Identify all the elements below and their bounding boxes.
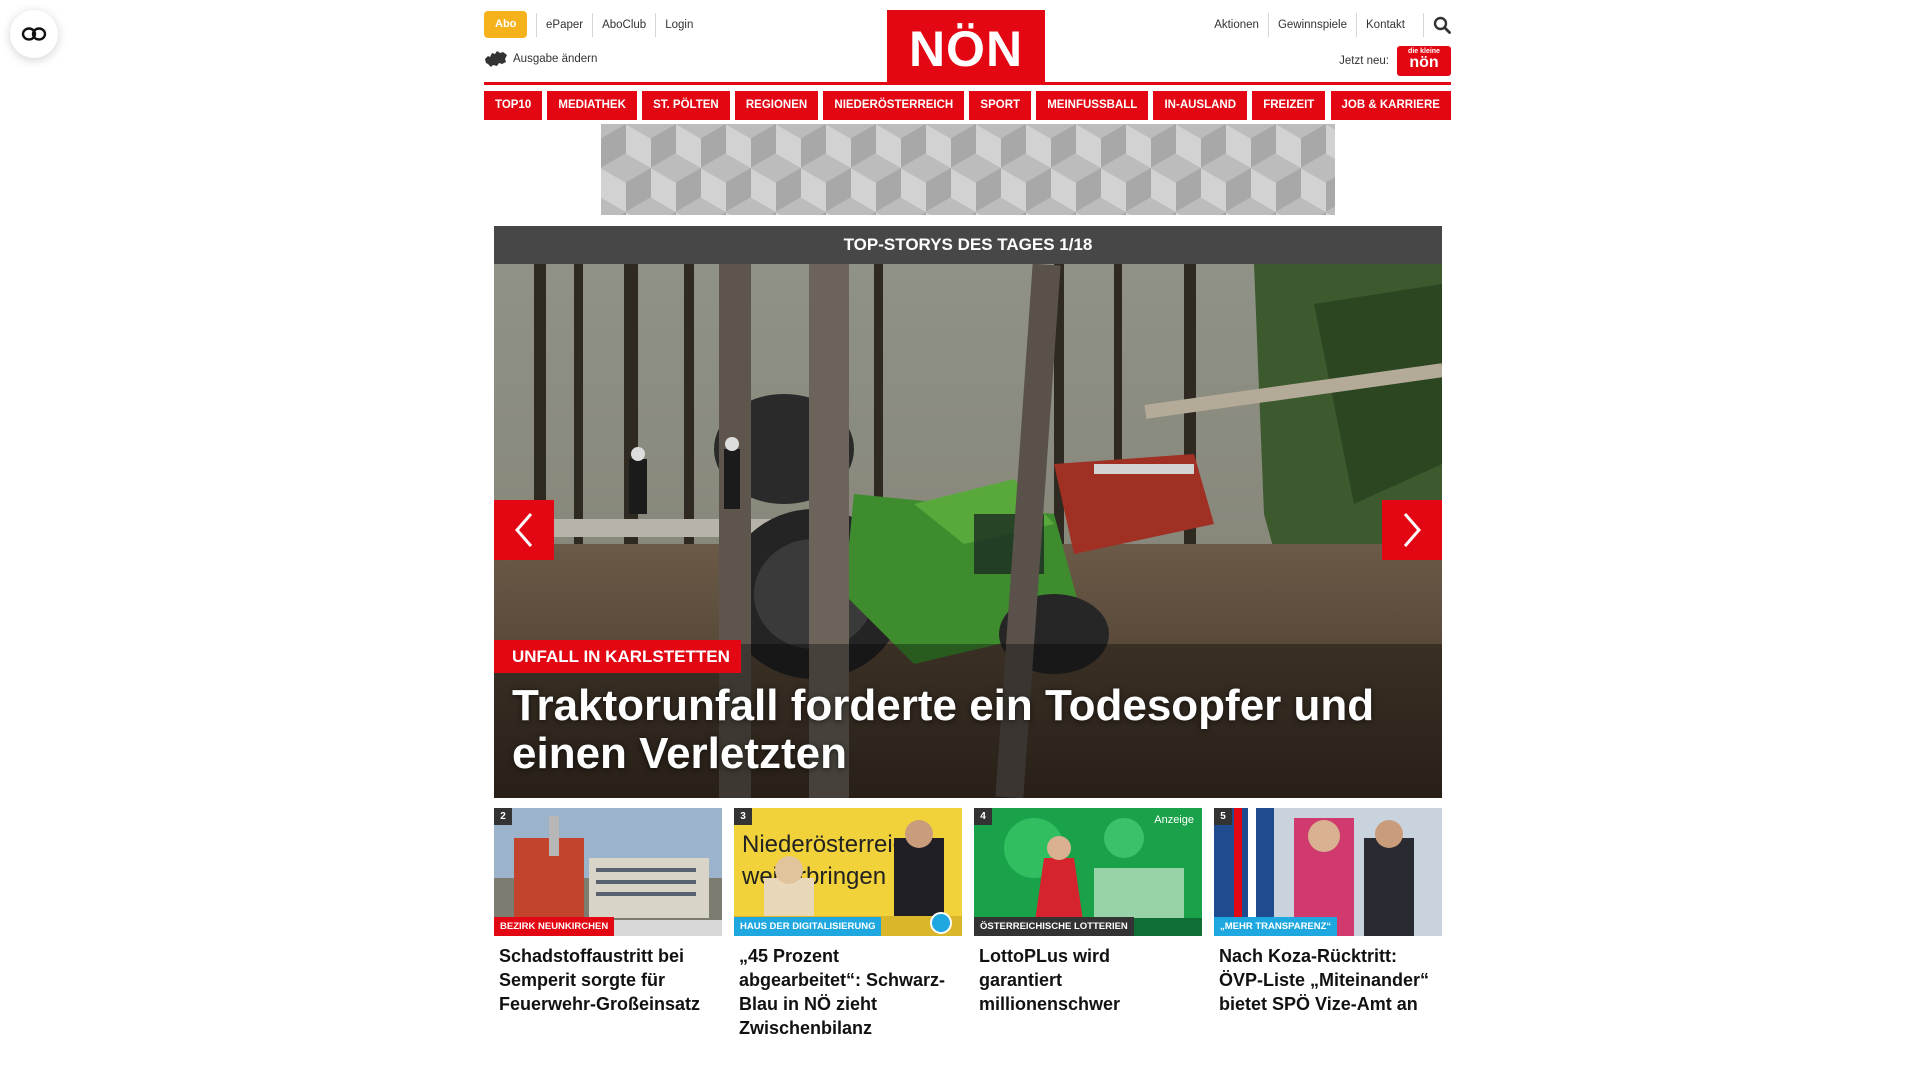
teaser-tag: „MEHR TRANSPARENZ“ [1214, 917, 1338, 936]
search-button[interactable] [1423, 13, 1451, 37]
ad-banner[interactable] [601, 124, 1335, 215]
nav-item-niederoesterreich[interactable]: NIEDERÖSTERREICH [823, 91, 965, 120]
teaser-card[interactable]: Niederösterreich weiterbringen 3 HAUS DE… [734, 808, 962, 1040]
teaser-title[interactable]: Schadstoffaustritt bei Semperit sorgte f… [494, 944, 722, 1016]
nav-item-job-karriere[interactable]: JOB & KARRIERE [1330, 91, 1451, 120]
abo-button[interactable]: Abo [484, 11, 528, 38]
login-link[interactable]: Login [655, 13, 702, 37]
page-container: Abo ePaper AboClub Login Aktionen Gewinn… [484, 0, 1451, 1080]
slider-next-button[interactable] [1382, 500, 1442, 560]
nav-item-sport[interactable]: SPORT [969, 91, 1032, 120]
main-nav: TOP10 MEDIATHEK ST. PÖLTEN REGIONEN NIED… [484, 91, 1451, 120]
top-stories-slider: TOP-STORYS DES TAGES 1/18 UNFALL IN KARL… [494, 226, 1442, 798]
jetzt-neu-label: Jetzt neu: [1339, 55, 1389, 67]
teaser-thumbnail: 4 Anzeige ÖSTERREICHISCHE LOTTERIEN [974, 808, 1202, 936]
top-links-left: ePaper AboClub Login [536, 13, 702, 37]
story-teasers: 2 BEZIRK NEUNKIRCHEN Schadstoffaustritt … [494, 808, 1442, 1040]
top-links-right: Aktionen Gewinnspiele Kontakt [1205, 13, 1414, 37]
play-icon [930, 912, 952, 934]
teaser-card[interactable]: 4 Anzeige ÖSTERREICHISCHE LOTTERIEN Lott… [974, 808, 1202, 1040]
nav-item-in-ausland[interactable]: IN-AUSLAND [1153, 91, 1248, 120]
teaser-tag: BEZIRK NEUNKIRCHEN [494, 917, 615, 936]
nav-item-st-poelten[interactable]: ST. PÖLTEN [642, 91, 730, 120]
nav-item-top10[interactable]: TOP10 [484, 91, 543, 120]
header-divider [484, 82, 1451, 85]
teaser-thumbnail: Niederösterreich weiterbringen 3 HAUS DE… [734, 808, 962, 936]
thumb-text-line1: Niederösterreich [742, 831, 918, 858]
gewinnspiele-link[interactable]: Gewinnspiele [1267, 13, 1356, 37]
aboclub-link[interactable]: AboClub [592, 13, 655, 37]
epaper-link[interactable]: ePaper [536, 13, 592, 37]
teaser-rank: 2 [494, 808, 512, 825]
accessibility-icon [21, 27, 47, 41]
teaser-rank: 4 [974, 808, 992, 825]
slider-title: TOP-STORYS DES TAGES 1/18 [494, 226, 1442, 264]
nav-item-meinfussball[interactable]: MEINFUSSBALL [1036, 91, 1149, 120]
slide-headline[interactable]: Traktorunfall forderte ein Todesopfer un… [512, 682, 1422, 778]
slide-kicker[interactable]: UNFALL IN KARLSTETTEN [494, 640, 741, 673]
search-icon [1433, 16, 1451, 34]
teaser-card[interactable]: 5 „MEHR TRANSPARENZ“ Nach Koza-Rücktritt… [1214, 808, 1442, 1040]
kleine-noen-badge[interactable]: die kleine nön [1397, 46, 1451, 76]
teaser-title[interactable]: Nach Koza-Rücktritt: ÖVP-Liste „Miteinan… [1214, 944, 1442, 1016]
edition-selector[interactable]: Ausgabe ändern [484, 50, 597, 68]
jetzt-neu: Jetzt neu: die kleine nön [1339, 46, 1451, 76]
teaser-title[interactable]: LottoPLus wird garantiert millionenschwe… [974, 944, 1202, 1016]
map-austria-icon [485, 51, 507, 67]
chevron-right-icon [1403, 513, 1421, 547]
aktionen-link[interactable]: Aktionen [1205, 13, 1268, 37]
chevron-left-icon [515, 513, 533, 547]
teaser-tag: ÖSTERREICHISCHE LOTTERIEN [974, 917, 1134, 936]
nav-item-regionen[interactable]: REGIONEN [734, 91, 819, 120]
slide-image[interactable]: UNFALL IN KARLSTETTEN Traktorunfall ford… [494, 264, 1442, 798]
accessibility-button[interactable] [10, 10, 58, 58]
teaser-rank: 5 [1214, 808, 1232, 825]
teaser-title[interactable]: „45 Prozent abgearbeitet“: Schwarz-Blau … [734, 944, 962, 1040]
teaser-card[interactable]: 2 BEZIRK NEUNKIRCHEN Schadstoffaustritt … [494, 808, 722, 1040]
teaser-thumbnail: 2 BEZIRK NEUNKIRCHEN [494, 808, 722, 936]
nav-item-mediathek[interactable]: MEDIATHEK [547, 91, 637, 120]
teaser-rank: 3 [734, 808, 752, 825]
kleine-noen-text: nön [1409, 54, 1439, 71]
site-logo[interactable]: NÖN [887, 10, 1045, 84]
teaser-tag: HAUS DER DIGITALISIERUNG [734, 917, 882, 936]
slider-prev-button[interactable] [494, 500, 554, 560]
edition-label: Ausgabe ändern [513, 53, 598, 65]
teaser-thumbnail: 5 „MEHR TRANSPARENZ“ [1214, 808, 1442, 936]
kontakt-link[interactable]: Kontakt [1356, 13, 1414, 37]
kleine-noen-small: die kleine [1408, 48, 1440, 55]
ad-label: Anzeige [1154, 814, 1194, 826]
nav-item-freizeit[interactable]: FREIZEIT [1252, 91, 1326, 120]
